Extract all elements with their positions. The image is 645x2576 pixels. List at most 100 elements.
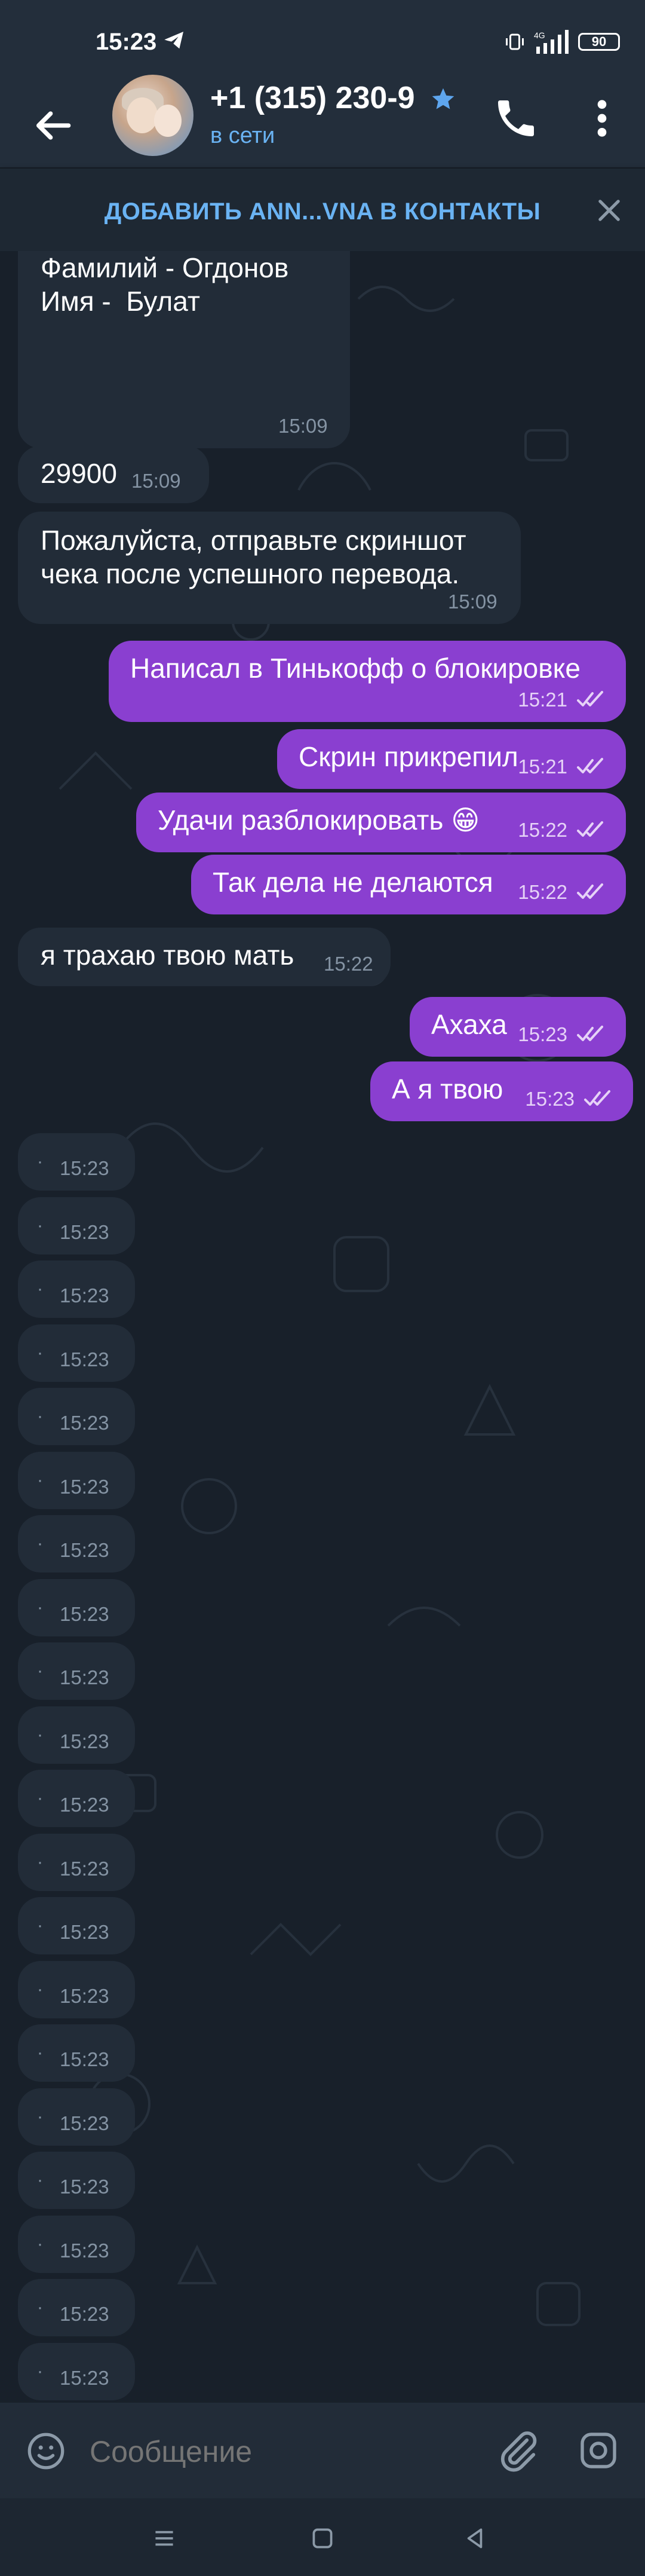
message-text: · — [37, 1279, 43, 1299]
incoming-message[interactable]: · 15:23 — [18, 1261, 135, 1318]
vibrate-icon — [506, 33, 524, 50]
incoming-message[interactable]: · 15:23 — [18, 2279, 135, 2336]
close-icon[interactable] — [594, 195, 625, 226]
message-text: · — [37, 1724, 43, 1745]
message-text: А я твою — [392, 1073, 503, 1105]
message-text: Написал в Тинькофф о блокировке — [130, 653, 580, 684]
back-arrow-icon[interactable] — [29, 102, 76, 149]
message-time: 15:23 — [60, 1539, 109, 1561]
message-time: 15:23 — [60, 1857, 109, 1880]
phone-icon[interactable] — [492, 94, 540, 142]
message-time: 15:09 — [278, 415, 328, 437]
message-text: · — [37, 2361, 43, 2381]
outgoing-message[interactable]: Скрин прикрепил 15:21 — [277, 729, 626, 789]
incoming-message[interactable]: · 15:23 — [18, 1388, 135, 1445]
message-time: 15:23 — [60, 1921, 109, 1943]
outgoing-message[interactable]: А я твою 15:23 — [370, 1061, 633, 1121]
incoming-message[interactable]: · 15:23 — [18, 1197, 135, 1255]
incoming-message[interactable]: Пожалуйста, отправьте скриншот чека посл… — [18, 512, 521, 624]
system-nav-bar — [0, 2498, 645, 2576]
message-text: · — [37, 1852, 43, 1872]
message-list[interactable]: 2200 7005 9578 6343 +7 926 175 4281 Фами… — [0, 251, 645, 2403]
message-text: · — [37, 1470, 43, 1490]
incoming-message[interactable]: · 15:23 — [18, 1706, 135, 1764]
message-time: 15:21 — [518, 689, 567, 711]
message-text: · — [37, 2234, 43, 2254]
incoming-message[interactable]: · 15:23 — [18, 1833, 135, 1891]
message-text: · — [37, 1661, 43, 1681]
more-vertical-icon[interactable] — [585, 94, 619, 142]
home-icon[interactable] — [308, 2523, 337, 2553]
incoming-message[interactable]: 2200 7005 9578 6343 +7 926 175 4281 Фами… — [18, 251, 350, 448]
status-indicators: 4G 90 — [504, 29, 620, 55]
paperclip-icon[interactable] — [496, 2428, 541, 2473]
message-time: 15:23 — [60, 2048, 109, 2070]
status-bar: 15:23 4G 90 — [0, 0, 645, 84]
message-time: 15:23 — [60, 1157, 109, 1179]
message-time: 15:22 — [324, 953, 373, 975]
outgoing-message[interactable]: Так дела не делаются 15:22 — [191, 855, 626, 914]
contact-name[interactable]: +1 (315) 230-9 — [210, 80, 425, 116]
incoming-message[interactable]: · 15:23 — [18, 1642, 135, 1700]
message-text: · — [37, 2297, 43, 2317]
emoji-icon[interactable] — [25, 2430, 67, 2472]
incoming-message[interactable]: · 15:23 — [18, 1451, 135, 1509]
add-contact-button[interactable]: ДОБАВИТЬ ANN...VNA В КОНТАКТЫ — [0, 198, 645, 225]
incoming-message[interactable]: · 15:23 — [18, 2088, 135, 2146]
outgoing-message[interactable]: Ахаха 15:23 — [410, 997, 626, 1057]
incoming-message[interactable]: · 15:23 — [18, 1515, 135, 1572]
camera-icon[interactable] — [577, 2429, 620, 2472]
incoming-message[interactable]: · 15:23 — [18, 1324, 135, 1382]
incoming-message[interactable]: · 15:23 — [18, 2024, 135, 2082]
add-contact-banner: ДОБАВИТЬ ANN...VNA В КОНТАКТЫ — [0, 167, 645, 252]
message-text: · — [37, 1215, 43, 1235]
message-time: 15:23 — [60, 1602, 109, 1625]
message-time: 15:22 — [518, 881, 567, 903]
message-time: 15:23 — [60, 1220, 109, 1243]
incoming-message[interactable]: · 15:23 — [18, 1770, 135, 1827]
message-input[interactable] — [88, 2429, 473, 2474]
incoming-message[interactable]: я трахаю твою мать 15:22 — [18, 928, 391, 986]
message-text: · — [37, 1342, 43, 1363]
avatar[interactable] — [112, 75, 194, 156]
message-text: 29900 — [41, 458, 117, 489]
message-time: 15:23 — [60, 1730, 109, 1752]
message-text: · — [37, 1597, 43, 1617]
message-time: 15:22 — [518, 819, 567, 841]
message-text: · — [37, 1406, 43, 1426]
message-time: 15:23 — [60, 2176, 109, 2198]
outgoing-message[interactable]: Удачи разблокировать 😁 15:22 — [136, 793, 626, 852]
message-time: 15:23 — [60, 2239, 109, 2262]
incoming-message[interactable]: 29900 15:09 — [18, 446, 209, 503]
message-time: 15:21 — [518, 755, 567, 778]
message-time: 15:23 — [60, 2303, 109, 2325]
message-text: я трахаю твою мать — [41, 940, 294, 971]
incoming-message[interactable]: · 15:23 — [18, 2215, 135, 2273]
network-type: 4G — [534, 30, 545, 40]
double-check-icon — [584, 1090, 610, 1106]
star-icon — [432, 88, 454, 109]
incoming-message[interactable]: · 15:23 — [18, 2152, 135, 2209]
message-text: · — [37, 2170, 43, 2190]
double-check-icon — [577, 1026, 603, 1041]
message-text: · — [37, 1788, 43, 1808]
outgoing-message[interactable]: Написал в Тинькофф о блокировке 15:21 — [109, 641, 626, 722]
double-check-icon — [577, 691, 603, 706]
incoming-message[interactable]: · 15:23 — [18, 1578, 135, 1636]
recents-icon[interactable] — [149, 2523, 179, 2553]
incoming-message[interactable]: · 15:23 — [18, 1960, 135, 2018]
double-check-icon — [577, 883, 603, 899]
message-time: 15:23 — [60, 1348, 109, 1370]
back-nav-icon[interactable] — [460, 2523, 490, 2553]
double-check-icon — [577, 758, 603, 773]
message-time: 15:23 — [60, 1794, 109, 1816]
message-text: · — [37, 2106, 43, 2127]
message-text: · — [37, 1534, 43, 1553]
message-text: 2200 7005 9578 6343 +7 926 175 4281 Фами… — [41, 252, 289, 317]
incoming-message[interactable]: · 15:23 — [18, 1133, 135, 1191]
incoming-message[interactable]: · 15:23 — [18, 2342, 135, 2400]
message-text: Пожалуйста, отправьте скриншот чека посл… — [41, 525, 466, 589]
message-time: 15:23 — [525, 1088, 575, 1110]
incoming-message[interactable]: · 15:23 — [18, 1897, 135, 1954]
message-text: · — [37, 1979, 43, 1999]
